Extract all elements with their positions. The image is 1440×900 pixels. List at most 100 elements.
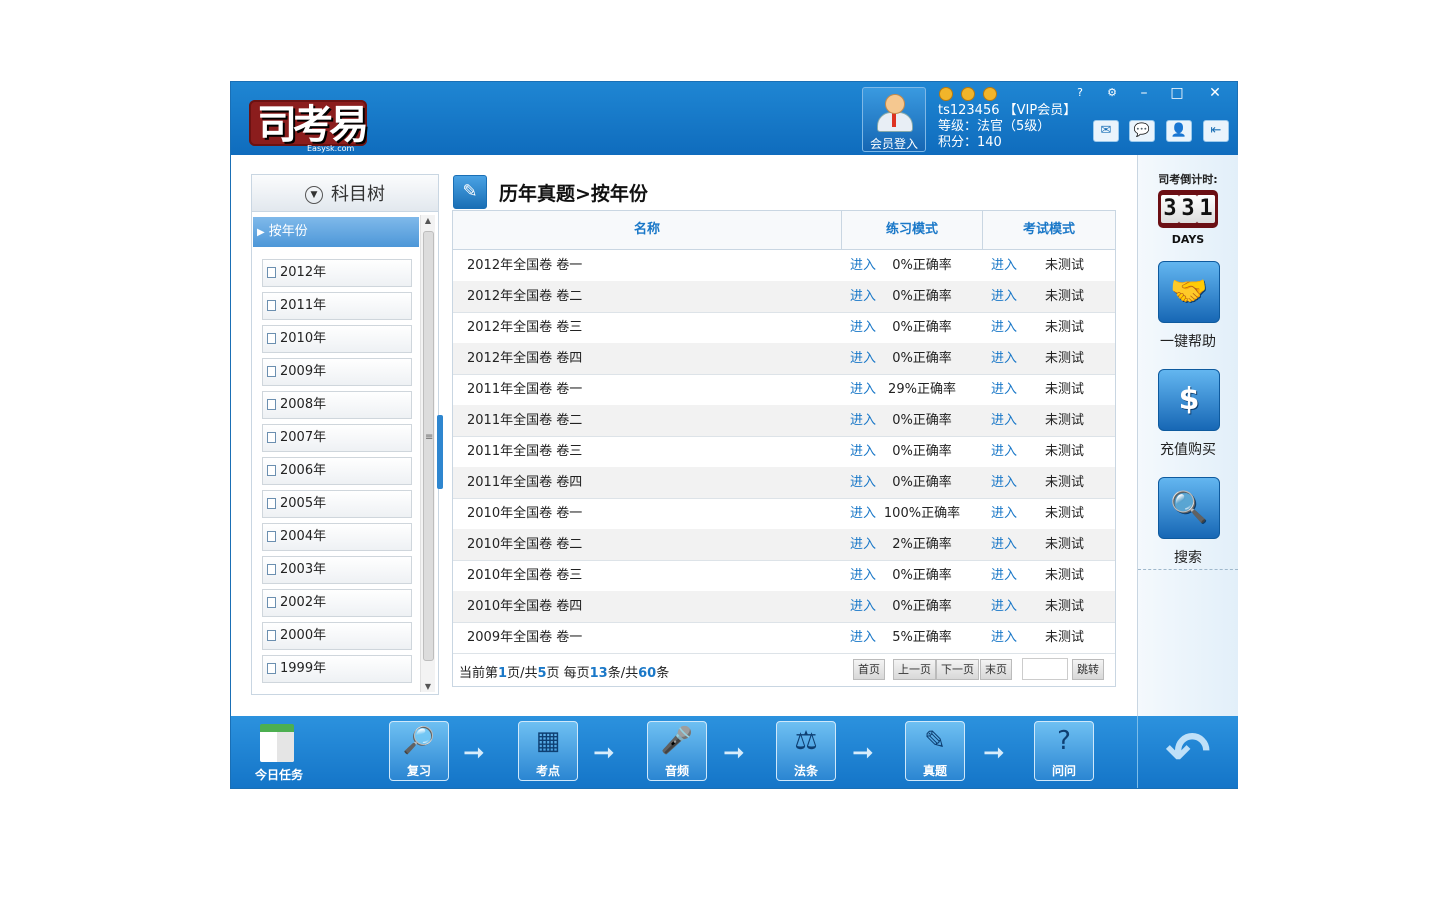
collapse-panel-handle[interactable] xyxy=(437,415,443,489)
column-header-name[interactable]: 名称 xyxy=(453,211,841,249)
last-page-button[interactable]: 末页 xyxy=(980,659,1012,680)
practice-enter-link[interactable]: 进入 xyxy=(850,312,876,343)
practice-enter-link[interactable]: 进入 xyxy=(850,436,876,467)
subject-tree-panel: ▼ 科目树 ▶ 按年份 2012年 2011年 2010年 2009年 2008年 … xyxy=(251,174,439,695)
year-label: 2007年 xyxy=(280,430,327,445)
member-login-button[interactable]: 会员登入 xyxy=(862,87,926,152)
page-jump-input[interactable] xyxy=(1022,658,1068,680)
close-button[interactable]: ✕ xyxy=(1204,84,1226,102)
year-item[interactable]: 1999年 xyxy=(262,655,412,683)
medal-icon xyxy=(983,87,997,101)
exam-enter-link[interactable]: 进入 xyxy=(991,467,1017,498)
back-button[interactable]: ↶ xyxy=(1137,716,1238,788)
maximize-button[interactable]: □ xyxy=(1166,84,1188,102)
subject-tree-header[interactable]: ▼ 科目树 xyxy=(252,175,438,212)
row-name: 2011年全国卷 卷三 xyxy=(467,444,583,459)
total-pages: 5 xyxy=(537,666,547,681)
step-exam-button[interactable]: ✎ 真题 xyxy=(905,721,965,781)
practice-accuracy: 0%正确率 xyxy=(892,568,952,583)
exam-enter-link[interactable]: 进入 xyxy=(991,529,1017,560)
next-page-button[interactable]: 下一页 xyxy=(936,659,979,680)
exam-enter-link[interactable]: 进入 xyxy=(991,405,1017,436)
exam-enter-link[interactable]: 进入 xyxy=(991,498,1017,529)
scroll-down-arrow-icon[interactable]: ▼ xyxy=(421,682,435,691)
year-item[interactable]: 2008年 xyxy=(262,391,412,419)
prev-page-button[interactable]: 上一页 xyxy=(893,659,936,680)
tree-item-by-year[interactable]: ▶ 按年份 xyxy=(253,217,419,247)
exam-enter-link[interactable]: 进入 xyxy=(991,312,1017,343)
practice-enter-link[interactable]: 进入 xyxy=(850,498,876,529)
year-item[interactable]: 2003年 xyxy=(262,556,412,584)
year-label: 2004年 xyxy=(280,529,327,544)
microphone-icon: 🎤 xyxy=(660,726,694,756)
practice-enter-link[interactable]: 进入 xyxy=(850,622,876,653)
username: ts123456 【VIP会员】 xyxy=(938,103,1077,118)
year-item[interactable]: 2011年 xyxy=(262,292,412,320)
triangle-right-icon: ▶ xyxy=(257,227,265,238)
practice-enter-link[interactable]: 进入 xyxy=(850,343,876,374)
profile-button[interactable]: 👤 xyxy=(1166,120,1192,142)
practice-enter-link[interactable]: 进入 xyxy=(850,467,876,498)
column-header-exam[interactable]: 考试模式 xyxy=(983,211,1115,249)
practice-enter-link[interactable]: 进入 xyxy=(850,591,876,622)
exam-enter-link[interactable]: 进入 xyxy=(991,281,1017,312)
row-name: 2012年全国卷 卷一 xyxy=(467,258,583,273)
help-window-button[interactable]: ? xyxy=(1069,84,1091,102)
search-button[interactable]: 🔍 xyxy=(1158,477,1220,539)
tree-item-label: 按年份 xyxy=(268,224,308,239)
year-label: 2010年 xyxy=(280,331,327,346)
pagination-bar: 当前第1页/共5页 每页13条/共60条 首页 上一页 下一页 末页 跳转 xyxy=(453,653,1115,686)
column-header-practice[interactable]: 练习模式 xyxy=(842,211,982,249)
step-audio-button[interactable]: 🎤 音频 xyxy=(647,721,707,781)
logout-button[interactable]: ⇤ xyxy=(1203,120,1229,142)
help-button[interactable]: 🤝 xyxy=(1158,261,1220,323)
year-item[interactable]: 2012年 xyxy=(262,259,412,287)
calendar-icon xyxy=(260,724,294,762)
practice-enter-link[interactable]: 进入 xyxy=(850,374,876,405)
step-label: 法条 xyxy=(793,764,818,778)
step-ask-button[interactable]: ? 问问 xyxy=(1034,721,1094,781)
mail-button[interactable]: ✉ xyxy=(1093,120,1119,142)
step-label: 考点 xyxy=(535,764,560,778)
first-page-button[interactable]: 首页 xyxy=(853,659,885,680)
year-item[interactable]: 2009年 xyxy=(262,358,412,386)
jump-button[interactable]: 跳转 xyxy=(1072,659,1104,680)
exam-enter-link[interactable]: 进入 xyxy=(991,436,1017,467)
year-item[interactable]: 2007年 xyxy=(262,424,412,452)
row-name: 2009年全国卷 卷一 xyxy=(467,630,583,645)
exam-enter-link[interactable]: 进入 xyxy=(991,374,1017,405)
tree-scrollbar[interactable]: ▲ ▼ xyxy=(420,215,435,692)
pagination-info: 当前第1页/共5页 每页13条/共60条 xyxy=(459,666,670,681)
minimize-button[interactable]: – xyxy=(1133,84,1155,102)
practice-enter-link[interactable]: 进入 xyxy=(850,529,876,560)
practice-accuracy: 0%正确率 xyxy=(892,444,952,459)
year-item[interactable]: 2005年 xyxy=(262,490,412,518)
subject-tree-title: 科目树 xyxy=(331,184,385,205)
practice-enter-link[interactable]: 进入 xyxy=(850,250,876,281)
scrollbar-thumb[interactable] xyxy=(423,231,434,661)
settings-window-button[interactable]: ⚙ xyxy=(1101,84,1123,102)
exam-enter-link[interactable]: 进入 xyxy=(991,622,1017,653)
step-law-button[interactable]: ⚖ 法条 xyxy=(776,721,836,781)
exam-enter-link[interactable]: 进入 xyxy=(991,250,1017,281)
practice-enter-link[interactable]: 进入 xyxy=(850,560,876,591)
year-item[interactable]: 2002年 xyxy=(262,589,412,617)
year-item[interactable]: 2006年 xyxy=(262,457,412,485)
recharge-button[interactable]: $ xyxy=(1158,369,1220,431)
year-item[interactable]: 2004年 xyxy=(262,523,412,551)
exam-enter-link[interactable]: 进入 xyxy=(991,591,1017,622)
year-item[interactable]: 2000年 xyxy=(262,622,412,650)
step-review-button[interactable]: 🔎 复习 xyxy=(389,721,449,781)
step-keypoints-button[interactable]: ▦ 考点 xyxy=(518,721,578,781)
practice-enter-link[interactable]: 进入 xyxy=(850,281,876,312)
practice-enter-link[interactable]: 进入 xyxy=(850,405,876,436)
exam-enter-link[interactable]: 进入 xyxy=(991,343,1017,374)
message-button[interactable]: 💬 xyxy=(1129,120,1155,142)
exam-status: 未测试 xyxy=(1045,444,1085,459)
exam-enter-link[interactable]: 进入 xyxy=(991,560,1017,591)
practice-accuracy: 0%正确率 xyxy=(892,475,952,490)
year-item[interactable]: 2010年 xyxy=(262,325,412,353)
exam-status: 未测试 xyxy=(1045,289,1085,304)
scroll-up-arrow-icon[interactable]: ▲ xyxy=(421,216,435,225)
today-tasks-button[interactable]: 今日任务 xyxy=(251,722,307,782)
